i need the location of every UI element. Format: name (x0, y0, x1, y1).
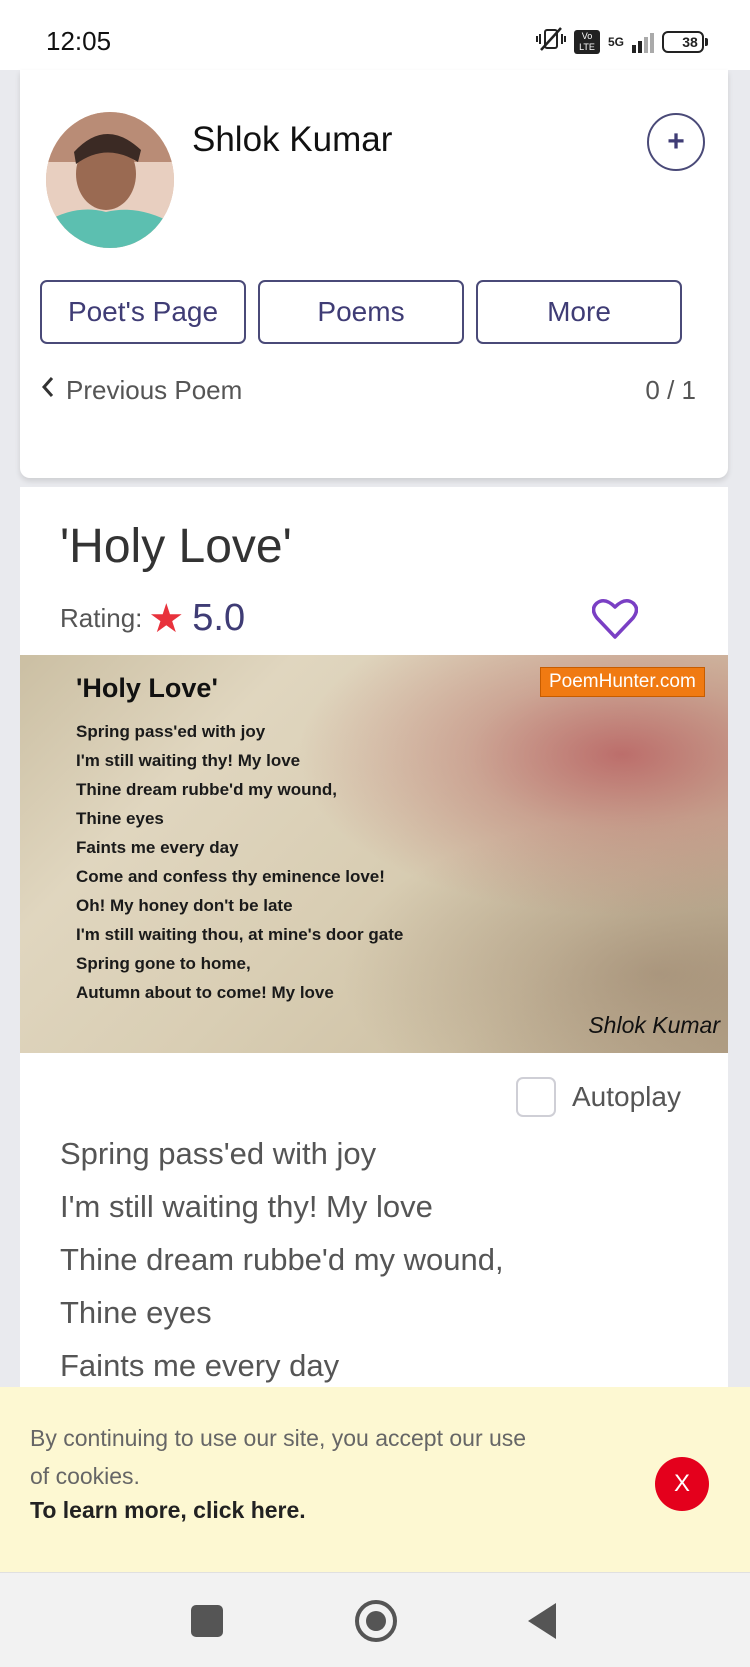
poet-card: Shlok Kumar + Poet's Page Poems More Pre… (20, 70, 728, 478)
poem-line: Thine dream rubbe'd my wound, (60, 1242, 504, 1277)
poem-counter: 0 / 1 (645, 374, 696, 405)
back-button[interactable] (528, 1603, 556, 1639)
autoplay-label: Autoplay (572, 1081, 681, 1112)
poem-image-line: I'm still waiting thou, at mine's door g… (76, 925, 404, 944)
poem-line: Spring pass'ed with joy (60, 1136, 377, 1171)
poem-image-line: Faints me every day (76, 838, 239, 857)
poem-image-title: 'Holy Love' (76, 673, 218, 703)
favorite-heart-icon[interactable] (591, 597, 640, 645)
recents-button[interactable] (191, 1605, 223, 1637)
poem-line: I'm still waiting thy! My love (60, 1189, 433, 1224)
poemhunter-brand: PoemHunter.com (540, 667, 705, 697)
poem-text: Spring pass'ed with joy I'm still waitin… (60, 1127, 504, 1392)
poet-nav-buttons: Poet's Page Poems More (40, 280, 682, 344)
rating-value: 5.0 (192, 597, 246, 639)
poem-image-line: Thine dream rubbe'd my wound, (76, 780, 337, 799)
system-nav-bar (0, 1572, 750, 1667)
poem-image-line: Come and confess thy eminence love! (76, 867, 385, 886)
previous-poem-label: Previous Poem (66, 374, 243, 405)
battery-icon: 38 (662, 30, 708, 53)
poem-line: Thine eyes (60, 1295, 212, 1330)
star-icon: ★ (148, 596, 185, 641)
poem-image-line: Autumn about to come! My love (76, 983, 334, 1002)
cookie-message: By continuing to use our site, you accep… (30, 1425, 527, 1489)
poet-name[interactable]: Shlok Kumar (192, 120, 392, 160)
poem-image[interactable]: 'Holy Love' Spring pass'ed with joy I'm … (20, 655, 728, 1053)
cookie-close-button[interactable]: X (655, 1457, 709, 1511)
poem-image-author: Shlok Kumar (588, 1012, 720, 1038)
signal-icon (632, 31, 654, 53)
poem-image-line: I'm still waiting thy! My love (76, 751, 301, 770)
network-type: 5G (607, 34, 624, 49)
poem-image-line: Spring pass'ed with joy (76, 722, 266, 741)
volte-icon: Vo LTE (573, 29, 600, 54)
previous-poem-link[interactable]: Previous Poem (36, 375, 242, 406)
rating: Rating: ★ 5.0 (60, 597, 245, 640)
vibrate-mute-icon (535, 26, 566, 57)
poem-card: 'Holy Love' Rating: ★ 5.0 'Holy Love' Sp… (20, 487, 728, 1387)
poem-image-lines: Spring pass'ed with joy I'm still waitin… (76, 717, 403, 1007)
rating-label: Rating: (60, 603, 143, 633)
poem-line: Faints me every day (60, 1348, 340, 1383)
poem-title: 'Holy Love' (60, 520, 292, 573)
status-time: 12:05 (46, 26, 112, 56)
status-icons: Vo LTE 5G 38 (535, 26, 708, 57)
cookie-learn-more-link[interactable]: To learn more, click here. (30, 1497, 306, 1524)
battery-level: 38 (682, 33, 698, 50)
autoplay-toggle[interactable]: Autoplay (516, 1077, 681, 1117)
follow-button[interactable]: + (647, 113, 705, 171)
poem-image-line: Spring gone to home, (76, 954, 251, 973)
avatar[interactable] (46, 112, 174, 248)
poem-navigation: Previous Poem 0 / 1 (36, 370, 696, 410)
home-button[interactable] (355, 1600, 397, 1642)
poets-page-button[interactable]: Poet's Page (40, 280, 246, 344)
cookie-banner: By continuing to use our site, you accep… (0, 1387, 750, 1572)
status-bar: 12:05 Vo LTE 5G 38 (0, 0, 750, 70)
poem-image-line: Oh! My honey don't be late (76, 896, 293, 915)
poem-image-line: Thine eyes (76, 809, 164, 828)
poems-button[interactable]: Poems (258, 280, 464, 344)
more-button[interactable]: More (476, 280, 682, 344)
autoplay-checkbox[interactable] (516, 1077, 556, 1117)
chevron-left-icon (36, 375, 60, 406)
